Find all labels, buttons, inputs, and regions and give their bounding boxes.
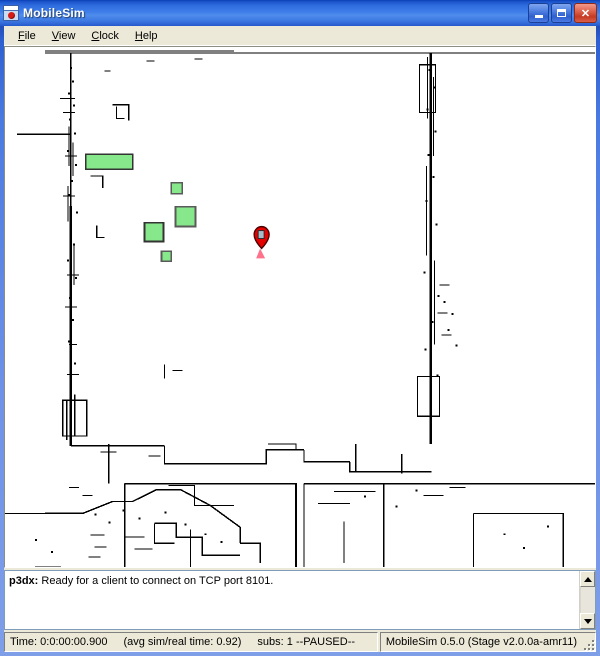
obstacle-box[interactable] [170,182,184,195]
menu-rest-clock: lock [99,29,119,42]
maximize-button[interactable] [551,3,572,23]
minimize-button[interactable] [528,3,549,23]
console-message: Ready for a client to connect on TCP por… [41,575,274,587]
console-output: p3dx: Ready for a client to connect on T… [5,571,579,629]
obstacle-box[interactable] [160,250,173,263]
simulation-map-view[interactable] [4,46,596,568]
scroll-down-icon [583,618,592,624]
console-prefix: p3dx: [9,575,39,587]
close-icon: ✕ [580,7,591,20]
menu-accel-view: V [51,29,59,42]
obstacle-box[interactable] [174,205,197,228]
menubar: File View Clock Help [4,26,596,46]
maximize-icon [552,4,571,22]
scrollbar-track[interactable] [580,587,595,613]
close-button[interactable]: ✕ [574,3,597,23]
menu-rest-file: ile [24,29,36,42]
obstacle-box[interactable] [84,153,134,170]
menu-item-clock[interactable]: Clock [83,28,127,44]
status-sim-ratio: (avg sim/real time: 0.92) [123,636,242,648]
status-version: MobileSim 0.5.0 (Stage v2.0.0a-amr11) [385,636,577,648]
menu-item-file[interactable]: File [10,28,44,44]
menu-item-view[interactable]: View [44,28,84,44]
scroll-down-button[interactable] [580,613,595,629]
statusbar: Time: 0:0:00:00.900 (avg sim/real time: … [4,632,596,652]
status-subs: subs: 1 --PAUSED-- [257,636,356,648]
mobilesim-window: MobileSim ✕ File View Clock Help p3dx: R… [0,0,600,656]
app-window-red-dot-icon [3,5,19,21]
status-panel-simulation: Time: 0:0:00:00.900 (avg sim/real time: … [4,632,378,652]
menu-rest-help: elp [142,29,158,42]
map-canvas[interactable] [5,47,595,567]
scroll-up-icon [583,576,592,582]
minimize-icon [529,4,548,22]
titlebar-buttons: ✕ [528,3,597,23]
client-area: File View Clock Help p3dx: Ready for a c… [4,26,596,652]
obstacle-box[interactable] [143,221,165,243]
window-title: MobileSim [23,6,85,20]
menu-rest-view: iew [58,29,76,42]
menu-item-help[interactable]: Help [127,28,166,44]
status-time: Time: 0:0:00:00.900 [10,636,108,648]
console-panel[interactable]: p3dx: Ready for a client to connect on T… [4,570,596,630]
resize-grip[interactable] [580,636,594,650]
menu-accel-file: F [18,29,25,42]
status-panel-version: MobileSim 0.5.0 (Stage v2.0.0a-amr11) [379,632,596,652]
console-scrollbar[interactable] [579,571,595,629]
scroll-up-button[interactable] [580,571,595,587]
menu-accel-help: H [134,29,143,42]
titlebar[interactable]: MobileSim ✕ [0,0,600,26]
